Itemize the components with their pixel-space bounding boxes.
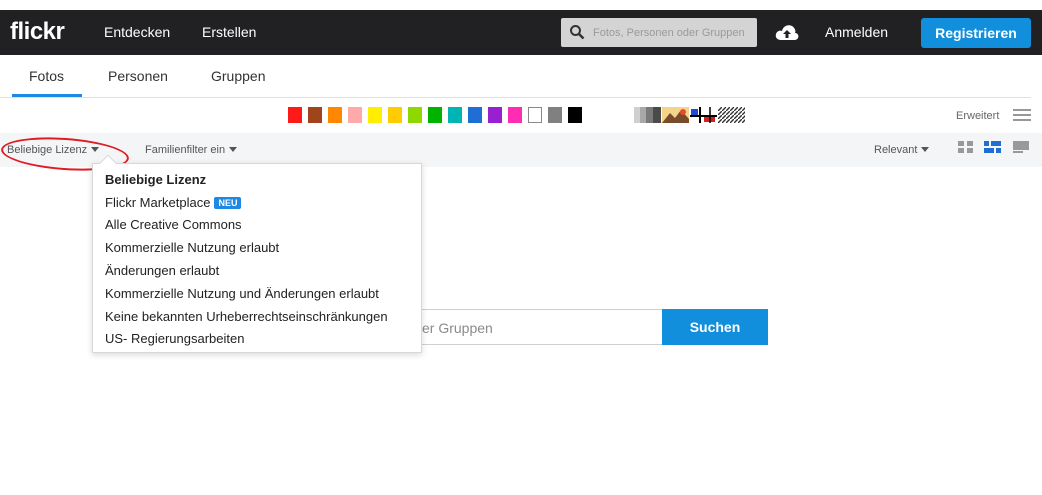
family-filter-label: Familienfilter ein xyxy=(145,144,226,156)
color-swatch[interactable] xyxy=(488,107,502,123)
color-swatch[interactable] xyxy=(388,107,402,123)
sort-dropdown[interactable]: Relevant xyxy=(874,144,930,156)
nav-entdecken[interactable]: Entdecken xyxy=(104,24,170,40)
license-dropdown-menu: Beliebige Lizenz Flickr Marketplace NEU A… xyxy=(92,154,422,353)
tabs-divider xyxy=(0,97,1031,98)
new-badge: NEU xyxy=(214,197,242,209)
license-option-marketplace-label: Flickr Marketplace xyxy=(105,195,211,210)
justified-view-icon[interactable] xyxy=(984,140,1002,159)
search-type-tabs: Fotos Personen Gruppen xyxy=(0,55,1042,97)
family-filter[interactable]: Familienfilter ein xyxy=(145,144,238,156)
flickr-logo[interactable]: flickr xyxy=(10,18,65,46)
license-option-commercial[interactable]: Kommerzielle Nutzung erlaubt xyxy=(105,240,279,255)
top-navigation-bar: flickr Entdecken Erstellen Anmelden Regi… xyxy=(0,10,1042,55)
color-swatch[interactable] xyxy=(548,107,562,123)
sort-label: Relevant xyxy=(874,144,918,156)
license-option-all-cc[interactable]: Alle Creative Commons xyxy=(105,217,242,232)
color-swatch[interactable] xyxy=(568,107,582,123)
register-button[interactable]: Registrieren xyxy=(921,18,1031,48)
advanced-search-link[interactable]: Erweitert xyxy=(956,110,999,122)
color-swatch[interactable] xyxy=(348,107,362,123)
color-swatch[interactable] xyxy=(308,107,322,123)
login-link[interactable]: Anmelden xyxy=(825,24,888,40)
minimalist-icon[interactable] xyxy=(690,107,717,123)
search-button[interactable]: Suchen xyxy=(662,309,768,345)
chevron-down-icon xyxy=(229,147,238,152)
color-swatch[interactable] xyxy=(528,107,542,123)
detail-view-icon[interactable] xyxy=(1013,140,1029,159)
chevron-down-icon xyxy=(921,147,930,152)
nav-erstellen[interactable]: Erstellen xyxy=(202,24,256,40)
license-option-any[interactable]: Beliebige Lizenz xyxy=(105,172,206,187)
main-search-input[interactable] xyxy=(422,318,652,338)
color-swatch[interactable] xyxy=(368,107,382,123)
color-swatch[interactable] xyxy=(448,107,462,123)
cloud-upload-icon[interactable] xyxy=(775,23,799,46)
license-option-us-government[interactable]: US- Regierungsarbeiten xyxy=(105,331,244,346)
tab-fotos[interactable]: Fotos xyxy=(29,68,64,84)
header-search-box[interactable] xyxy=(561,18,757,47)
color-swatch[interactable] xyxy=(408,107,422,123)
pattern-icon[interactable] xyxy=(718,107,745,123)
license-option-no-known-restrictions[interactable]: Keine bekannten Urheberrechtseinschränku… xyxy=(105,309,388,324)
color-swatch[interactable] xyxy=(468,107,482,123)
license-option-modifications[interactable]: Änderungen erlaubt xyxy=(105,263,219,278)
search-icon[interactable] xyxy=(569,24,585,45)
color-swatch[interactable] xyxy=(328,107,342,123)
tab-gruppen[interactable]: Gruppen xyxy=(211,68,265,84)
license-option-commercial-modifications[interactable]: Kommerzielle Nutzung und Änderungen erla… xyxy=(105,286,379,301)
shallow-depth-icon[interactable] xyxy=(662,107,689,123)
main-search-box[interactable] xyxy=(413,309,662,345)
black-white-icon[interactable] xyxy=(634,107,661,123)
grid-view-icon[interactable] xyxy=(958,140,974,159)
header-search-input[interactable] xyxy=(593,23,753,43)
color-swatch[interactable] xyxy=(288,107,302,123)
menu-lines-icon[interactable] xyxy=(1013,108,1031,127)
tab-personen[interactable]: Personen xyxy=(108,68,168,84)
color-swatch[interactable] xyxy=(508,107,522,123)
license-option-marketplace[interactable]: Flickr Marketplace NEU xyxy=(105,195,242,210)
color-swatch[interactable] xyxy=(428,107,442,123)
